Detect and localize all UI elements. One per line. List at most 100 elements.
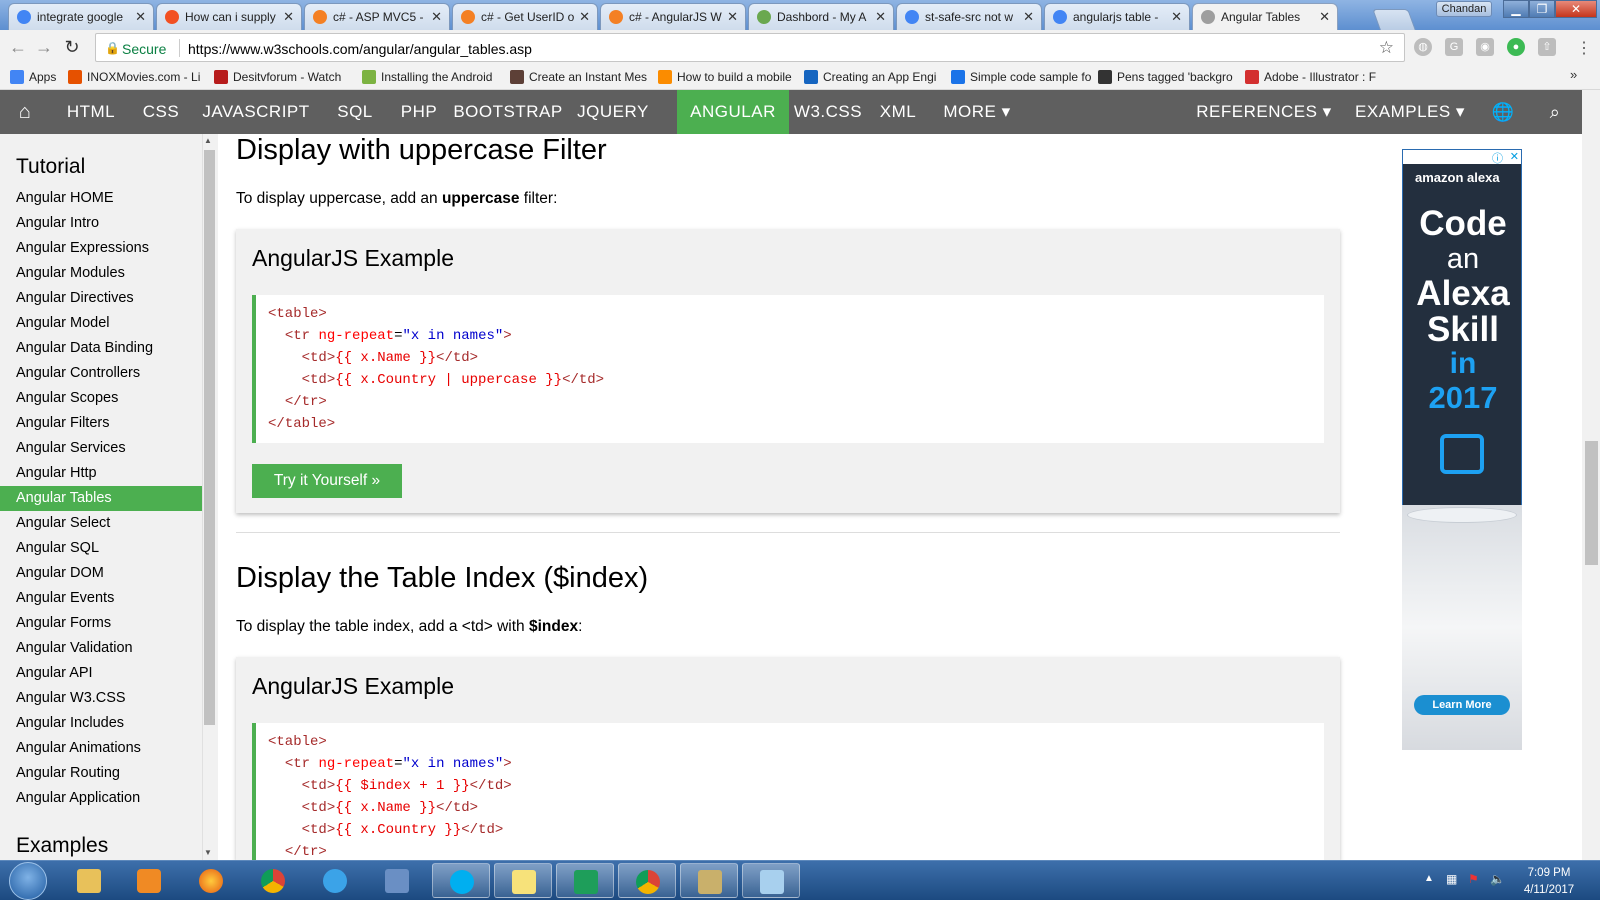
extension-camera-icon[interactable]: ◉ xyxy=(1476,38,1494,56)
taskbar-skype[interactable] xyxy=(432,863,490,898)
bookmark-item[interactable]: Simple code sample fo xyxy=(951,67,1091,87)
home-icon[interactable]: ⌂ xyxy=(0,90,50,134)
tab-close-icon[interactable]: ✕ xyxy=(431,9,442,25)
sidebar-item-angular-animations[interactable]: Angular Animations xyxy=(0,736,202,761)
nav-item-examples[interactable]: EXAMPLES ▾ xyxy=(1346,90,1474,134)
globe-icon[interactable]: 🌐 xyxy=(1488,90,1518,134)
new-tab-button[interactable] xyxy=(1372,9,1416,30)
tab-close-icon[interactable]: ✕ xyxy=(135,9,146,25)
bookmark-item[interactable]: Adobe - Illustrator : F xyxy=(1245,67,1385,87)
volume-icon[interactable]: 🔈 xyxy=(1490,872,1505,886)
browser-tab[interactable]: integrate google ✕ xyxy=(8,3,154,30)
sidebar-scroll-down-icon[interactable]: ▼ xyxy=(204,848,212,857)
taskbar-explorer[interactable] xyxy=(60,863,118,898)
sidebar-item-angular-modules[interactable]: Angular Modules xyxy=(0,261,202,286)
nav-item-xml[interactable]: XML xyxy=(867,90,929,134)
sidebar-item-angular-intro[interactable]: Angular Intro xyxy=(0,211,202,236)
browser-tab[interactable]: c# - ASP MVC5 - ✕ xyxy=(304,3,450,30)
taskbar-remote[interactable] xyxy=(368,863,426,898)
tray-expand-icon[interactable]: ▲ xyxy=(1424,873,1434,884)
sidebar-item-angular-controllers[interactable]: Angular Controllers xyxy=(0,361,202,386)
nav-item-javascript[interactable]: JAVASCRIPT xyxy=(191,90,321,134)
tab-close-icon[interactable]: ✕ xyxy=(1023,9,1034,25)
bookmark-item[interactable]: How to build a mobile xyxy=(658,67,796,87)
tab-close-icon[interactable]: ✕ xyxy=(579,9,590,25)
action-center-icon[interactable]: ⚑ xyxy=(1468,872,1479,886)
profile-button[interactable]: Chandan xyxy=(1436,1,1492,17)
taskbar-app[interactable] xyxy=(742,863,800,898)
sidebar-scroll-up-icon[interactable]: ▲ xyxy=(204,136,212,145)
extension-hangouts-icon[interactable]: ● xyxy=(1507,38,1525,56)
taskbar-firefox[interactable] xyxy=(182,863,240,898)
taskbar-chrome[interactable] xyxy=(244,863,302,898)
sidebar-item-angular-events[interactable]: Angular Events xyxy=(0,586,202,611)
tab-close-icon[interactable]: ✕ xyxy=(1171,9,1182,25)
sidebar-item-angular-api[interactable]: Angular API xyxy=(0,661,202,686)
bookmark-star-icon[interactable]: ☆ xyxy=(1379,38,1394,58)
sidebar-item-angular-sql[interactable]: Angular SQL xyxy=(0,536,202,561)
sidebar-item-angular-scopes[interactable]: Angular Scopes xyxy=(0,386,202,411)
close-window-icon[interactable]: ✕ xyxy=(1555,0,1597,18)
nav-item-references[interactable]: REFERENCES ▾ xyxy=(1196,90,1332,134)
browser-tab[interactable]: angularjs table - ✕ xyxy=(1044,3,1190,30)
sidebar-item-angular-w3-css[interactable]: Angular W3.CSS xyxy=(0,686,202,711)
browser-tab[interactable]: c# - AngularJS W ✕ xyxy=(600,3,746,30)
sidebar-item-angular-routing[interactable]: Angular Routing xyxy=(0,761,202,786)
extension-upload-icon[interactable]: ⇧ xyxy=(1538,38,1556,56)
browser-tab[interactable]: c# - Get UserID o ✕ xyxy=(452,3,598,30)
taskbar-ie[interactable] xyxy=(306,863,364,898)
browser-tab[interactable]: Angular Tables ✕ xyxy=(1192,3,1338,31)
bookmark-item[interactable]: Creating an App Engi xyxy=(804,67,944,87)
browser-tab[interactable]: How can i supply ✕ xyxy=(156,3,302,30)
more-bookmarks-icon[interactable]: » xyxy=(1570,67,1577,82)
sidebar-item-angular-application[interactable]: Angular Application xyxy=(0,786,202,811)
start-button[interactable] xyxy=(9,862,47,900)
taskbar-tools[interactable] xyxy=(680,863,738,898)
sidebar-item-angular-data-binding[interactable]: Angular Data Binding xyxy=(0,336,202,361)
taskbar-clock[interactable]: 7:09 PM 4/11/2017 xyxy=(1514,865,1584,899)
bookmark-item[interactable]: Desitvforum - Watch xyxy=(214,67,354,87)
bookmark-item[interactable]: Installing the Android xyxy=(362,67,502,87)
taskbar-vs[interactable] xyxy=(556,863,614,898)
nav-item-jquery[interactable]: JQUERY xyxy=(567,90,659,134)
network-icon[interactable]: ▦ xyxy=(1446,872,1457,886)
forward-icon[interactable]: → xyxy=(34,37,54,57)
ad-learn-more-button[interactable]: Learn More xyxy=(1414,695,1510,715)
sidebar-item-angular-dom[interactable]: Angular DOM xyxy=(0,561,202,586)
nav-item-sql[interactable]: SQL xyxy=(321,90,389,134)
tab-close-icon[interactable]: ✕ xyxy=(727,9,738,25)
sidebar-scrollbar-thumb[interactable] xyxy=(204,150,215,725)
bookmark-item[interactable]: Pens tagged 'backgro xyxy=(1098,67,1238,87)
maximize-icon[interactable]: ❐ xyxy=(1529,0,1555,18)
nav-item-bootstrap[interactable]: BOOTSTRAP xyxy=(449,90,567,134)
taskbar-notes[interactable] xyxy=(494,863,552,898)
menu-icon[interactable]: ⋮ xyxy=(1576,38,1592,58)
sidebar-item-angular-directives[interactable]: Angular Directives xyxy=(0,286,202,311)
nav-item-html[interactable]: HTML xyxy=(52,90,130,134)
url-text[interactable]: https://www.w3schools.com/angular/angula… xyxy=(188,41,532,57)
sidebar-item-angular-validation[interactable]: Angular Validation xyxy=(0,636,202,661)
nav-item-php[interactable]: PHP xyxy=(389,90,449,134)
browser-tab[interactable]: Dashbord - My A ✕ xyxy=(748,3,894,30)
address-bar[interactable]: 🔒 Secure https://www.w3schools.com/angul… xyxy=(95,33,1405,62)
ad-close-icon[interactable]: ✕ xyxy=(1510,150,1519,163)
try-it-yourself-button[interactable]: Try it Yourself » xyxy=(252,464,402,498)
taskbar-media[interactable] xyxy=(120,863,178,898)
sidebar-item-angular-home[interactable]: Angular HOME xyxy=(0,186,202,211)
bookmark-item[interactable]: Apps xyxy=(10,67,60,87)
page-scrollbar-thumb[interactable] xyxy=(1585,441,1598,565)
extension-g-icon[interactable]: G xyxy=(1445,38,1463,56)
search-icon[interactable]: ⌕ xyxy=(1540,90,1570,134)
ad-info-icon[interactable]: ⓘ xyxy=(1492,150,1503,166)
extension-globe-icon[interactable]: ◍ xyxy=(1414,38,1432,56)
tab-close-icon[interactable]: ✕ xyxy=(875,9,886,25)
sidebar-item-angular-filters[interactable]: Angular Filters xyxy=(0,411,202,436)
sidebar-item-angular-tables[interactable]: Angular Tables xyxy=(0,486,202,511)
tab-close-icon[interactable]: ✕ xyxy=(283,9,294,25)
sidebar-item-angular-http[interactable]: Angular Http xyxy=(0,461,202,486)
tab-close-icon[interactable]: ✕ xyxy=(1319,9,1330,25)
browser-tab[interactable]: st-safe-src not w ✕ xyxy=(896,3,1042,30)
bookmark-item[interactable]: INOXMovies.com - Li xyxy=(68,67,206,87)
sidebar-item-angular-forms[interactable]: Angular Forms xyxy=(0,611,202,636)
sidebar-item-angular-services[interactable]: Angular Services xyxy=(0,436,202,461)
